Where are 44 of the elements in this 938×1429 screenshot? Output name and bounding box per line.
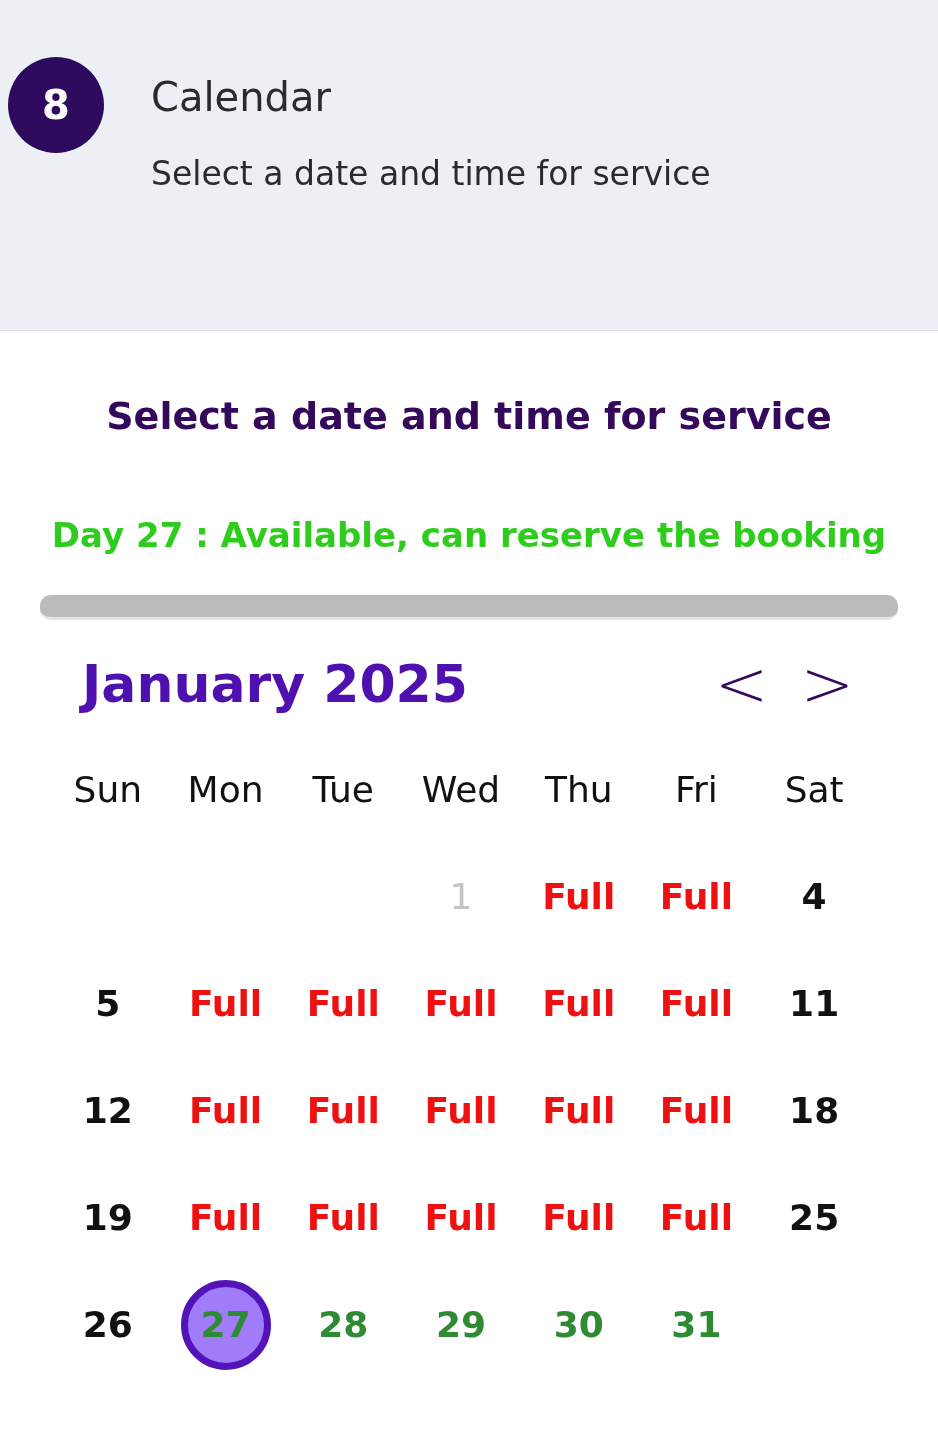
calendar-day[interactable]: 5 [95,982,121,1026]
calendar-day[interactable]: 25 [789,1196,840,1240]
full-day-label[interactable]: Full [189,1089,263,1133]
weekday-label: Sun [73,768,143,812]
full-day-label[interactable]: Full [542,875,616,919]
section-title: Calendar [151,77,332,117]
next-month-button[interactable]: > [796,652,858,716]
calendar-day[interactable]: 18 [789,1089,840,1133]
weekday-label: Wed [421,768,501,812]
full-day-label[interactable]: Full [306,1089,380,1133]
calendar-day[interactable]: 26 [82,1303,133,1347]
calendar-day[interactable]: 12 [82,1089,133,1133]
full-day-label[interactable]: Full [659,875,733,919]
unavailable-day-number: 1 [449,875,473,919]
full-day-label[interactable]: Full [542,1089,616,1133]
calendar-day[interactable]: 19 [82,1196,133,1240]
full-day-label[interactable]: Full [424,982,498,1026]
weekday-label: Thu [544,768,613,812]
full-day-label[interactable]: Full [306,1196,380,1240]
full-day-label[interactable]: Full [189,982,263,1026]
calendar-day[interactable]: 11 [789,982,840,1026]
weekday-label: Tue [312,768,375,812]
weekday-label: Sat [784,768,844,812]
availability-message: Day 27 : Available, can reserve the booking [50,514,888,557]
weekday-label: Fri [674,768,718,812]
section-subtitle: Select a date and time for service [151,157,711,190]
full-day-label[interactable]: Full [424,1196,498,1240]
previous-month-button[interactable]: < [710,652,773,716]
full-day-label[interactable]: Full [659,1089,733,1133]
full-day-label[interactable]: Full [306,982,380,1026]
full-day-label[interactable]: Full [542,1196,616,1240]
full-day-label[interactable]: Full [659,1196,733,1240]
full-day-label[interactable]: Full [189,1196,263,1240]
calendar-day[interactable]: 30 [553,1303,604,1347]
calendar-day[interactable]: 4 [801,875,827,919]
calendar-day[interactable]: 29 [435,1303,487,1347]
full-day-label[interactable]: Full [659,982,733,1026]
calendar-heading: Select a date and time for service [105,393,833,440]
full-day-label[interactable]: Full [424,1089,498,1133]
weekday-label: Mon [187,768,264,812]
step-number-badge: 8 [8,57,104,153]
calendar-day[interactable]: 31 [671,1303,722,1347]
calendar-day[interactable]: 28 [318,1303,369,1347]
full-day-label[interactable]: Full [542,982,616,1026]
